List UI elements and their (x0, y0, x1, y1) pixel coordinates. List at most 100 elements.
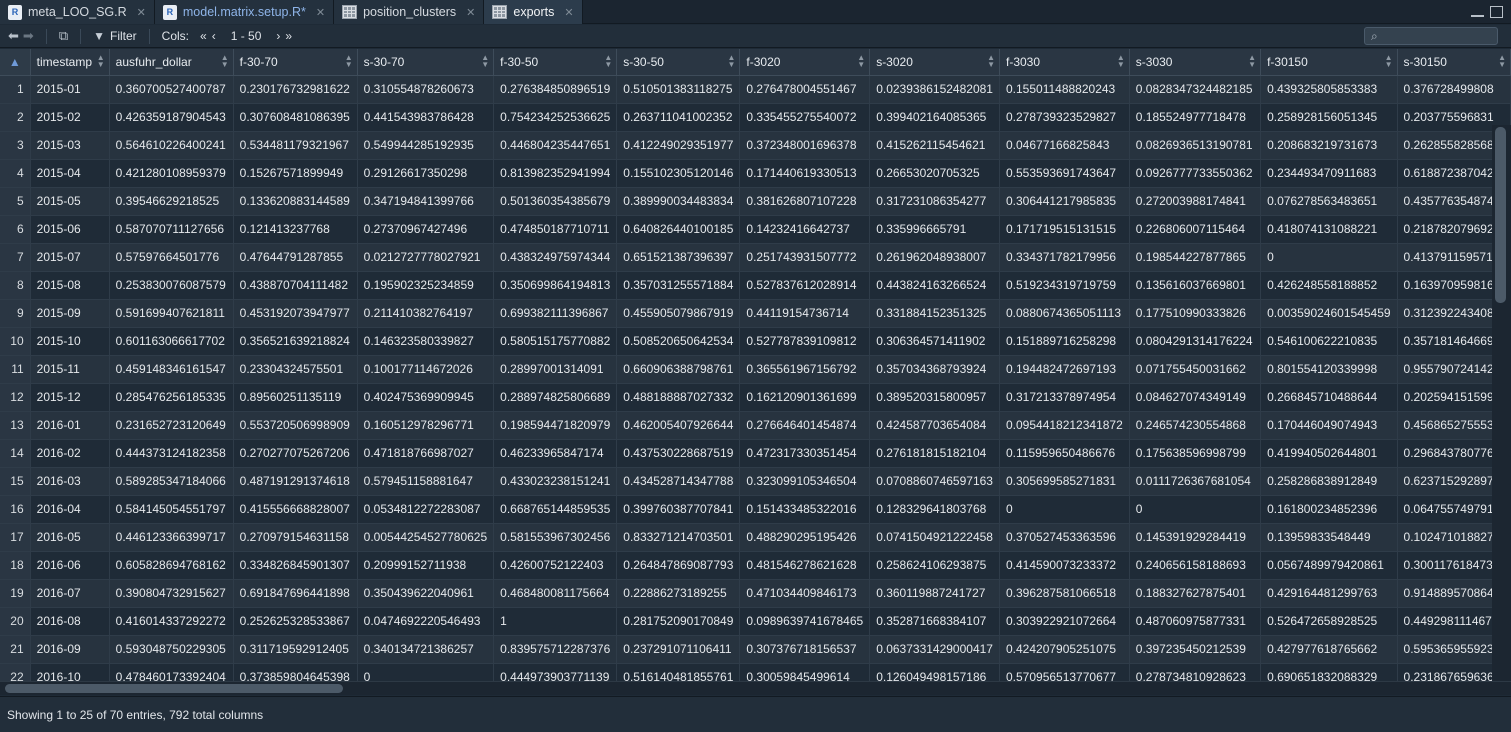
table-cell: 0.084627074349149 (1129, 383, 1262, 412)
table-cell: 0.246574230554868 (1129, 411, 1262, 440)
row-number: 4 (0, 159, 31, 188)
table-cell: 0.323099105346504 (739, 467, 871, 496)
search-input[interactable]: ⌕ (1364, 27, 1498, 45)
table-row[interactable]: 6 2015-06 0.587070711127656 0.121413237768 0… (0, 215, 1511, 244)
filter-button[interactable]: ▼ Filter (93, 29, 137, 43)
row-number: 20 (0, 607, 31, 636)
data-table: ▲ timestamp ▲ ▼ ausfuhr_dollar ▲ ▼ f-30-70 ▲ ▼ s-… (0, 49, 1511, 681)
table-cell: 0.253830076087579 (109, 271, 234, 300)
table-cell: 0.0880674365051113 (999, 299, 1130, 328)
header-row: ▲ timestamp ▲ ▼ ausfuhr_dollar ▲ ▼ f-30-70 ▲ ▼ s-… (0, 49, 1511, 76)
table-row[interactable]: 19 2016-07 0.390804732915627 0.691847696441… (0, 579, 1511, 608)
sort-arrows-icon[interactable]: ▲ ▼ (481, 54, 489, 69)
column-header-label: f-30-50 (500, 54, 539, 69)
last-columns-icon[interactable]: » (285, 29, 292, 43)
status-bar: Showing 1 to 25 of 70 entries, 792 total… (0, 696, 1511, 732)
row-number: 10 (0, 327, 31, 356)
column-header[interactable]: f-30150 ▲ ▼ (1260, 49, 1398, 76)
sort-arrows-icon[interactable]: ▲ ▼ (1385, 54, 1393, 69)
column-header[interactable]: f-3020 ▲ ▼ (739, 49, 871, 76)
vertical-scroll-thumb[interactable] (1495, 127, 1506, 303)
table-row[interactable]: 13 2016-01 0.231652723120649 0.553720506998… (0, 411, 1511, 440)
table-cell: 0.580515175770882 (493, 327, 618, 356)
table-cell: 0.317231086354277 (869, 187, 1000, 216)
tab-exports[interactable]: exports ✕ (484, 0, 583, 24)
forward-arrow-icon[interactable]: ➡ (23, 28, 34, 44)
tab-meta-loo-sg[interactable]: R meta_LOO_SG.R ✕ (0, 0, 155, 24)
close-icon[interactable]: ✕ (466, 6, 475, 19)
tab-model-matrix-setup[interactable]: R model.matrix.setup.R* ✕ (154, 0, 335, 24)
tab-position-clusters[interactable]: position_clusters ✕ (334, 0, 485, 24)
table-cell: 0.28997001314091 (493, 355, 618, 384)
table-cell: 0.444973903771139 (493, 663, 618, 681)
table-row[interactable]: 14 2016-02 0.444373124182358 0.270277075267… (0, 439, 1511, 468)
table-cell: 0.0926777733550362 (1129, 159, 1262, 188)
column-header[interactable]: s-3020 ▲ ▼ (869, 49, 1000, 76)
table-cell: 0.42600752122403 (493, 551, 618, 580)
horizontal-scroll-thumb[interactable] (5, 684, 343, 693)
table-row[interactable]: 15 2016-03 0.589285347184066 0.487191291374… (0, 467, 1511, 496)
sort-arrows-icon[interactable]: ▲ ▼ (97, 54, 105, 69)
table-row[interactable]: 21 2016-09 0.593048750229305 0.311719592912… (0, 635, 1511, 664)
horizontal-scrollbar[interactable] (0, 681, 1511, 695)
column-header[interactable]: timestamp ▲ ▼ (30, 49, 110, 76)
table-row[interactable]: 18 2016-06 0.605828694768162 0.334826845901… (0, 551, 1511, 580)
table-cell: 0.546100622210835 (1260, 327, 1398, 356)
table-row[interactable]: 4 2015-04 0.421280108959379 0.1526757189994… (0, 159, 1511, 188)
sort-arrows-icon[interactable]: ▲ ▼ (345, 54, 353, 69)
table-cell: 0.334371782179956 (999, 243, 1130, 272)
table-cell: 0.455905079867919 (616, 299, 741, 328)
column-header[interactable]: f-30-50 ▲ ▼ (493, 49, 618, 76)
column-header[interactable]: f-3030 ▲ ▼ (999, 49, 1130, 76)
close-icon[interactable]: ✕ (316, 6, 325, 19)
table-cell: 0.272003988174841 (1129, 187, 1262, 216)
row-number-header[interactable]: ▲ (0, 49, 31, 76)
table-row[interactable]: 9 2015-09 0.591699407621811 0.4531920739479… (0, 299, 1511, 328)
column-header[interactable]: s-30-70 ▲ ▼ (357, 49, 495, 76)
sort-arrows-icon[interactable]: ▲ ▼ (987, 54, 995, 69)
back-arrow-icon[interactable]: ⬅ (8, 28, 19, 44)
sort-arrows-icon[interactable]: ▲ ▼ (727, 54, 735, 69)
column-header[interactable]: s-30150 ▲ ▼ (1397, 49, 1511, 76)
column-header[interactable]: ausfuhr_dollar ▲ ▼ (109, 49, 234, 76)
table-row[interactable]: 17 2016-05 0.446123366399717 0.270979154631… (0, 523, 1511, 552)
table-row[interactable]: 5 2015-05 0.39546629218525 0.13362088314458… (0, 187, 1511, 216)
table-row[interactable]: 20 2016-08 0.416014337292272 0.252625328533… (0, 607, 1511, 636)
sort-arrows-icon[interactable]: ▲ ▼ (221, 54, 229, 69)
minimize-pane-icon[interactable] (1471, 6, 1484, 17)
table-row[interactable]: 22 2016-10 0.478460173392404 0.373859804645… (0, 663, 1511, 681)
row-number: 16 (0, 495, 31, 524)
table-row[interactable]: 10 2015-10 0.601163066617702 0.356521639218… (0, 327, 1511, 356)
maximize-pane-icon[interactable] (1490, 6, 1503, 18)
column-header[interactable]: s-3030 ▲ ▼ (1129, 49, 1262, 76)
column-header[interactable]: s-30-50 ▲ ▼ (616, 49, 741, 76)
popout-icon[interactable]: ⧉ (59, 28, 68, 44)
previous-columns-icon[interactable]: ‹ (212, 29, 216, 43)
table-row[interactable]: 8 2015-08 0.253830076087579 0.4388707041114… (0, 271, 1511, 300)
table-row[interactable]: 7 2015-07 0.57597664501776 0.47644791287855… (0, 243, 1511, 272)
table-row[interactable]: 3 2015-03 0.564610226400241 0.5344811793219… (0, 131, 1511, 160)
table-cell: 2016-05 (30, 523, 110, 552)
column-header[interactable]: f-30-70 ▲ ▼ (233, 49, 358, 76)
sort-arrows-icon[interactable]: ▲ ▼ (1248, 54, 1256, 69)
table-cell: 0.263711041002352 (616, 103, 741, 132)
table-row[interactable]: 2 2015-02 0.426359187904543 0.3076084810863… (0, 103, 1511, 132)
sort-arrows-icon[interactable]: ▲ ▼ (1117, 54, 1125, 69)
table-row[interactable]: 1 2015-01 0.360700527400787 0.2301767329816… (0, 75, 1511, 104)
close-icon[interactable]: ✕ (137, 6, 146, 19)
sort-arrows-icon[interactable]: ▲ ▼ (857, 54, 865, 69)
table-row[interactable]: 12 2015-12 0.285476256185335 0.895602511351… (0, 383, 1511, 412)
table-row[interactable]: 16 2016-04 0.584145054551797 0.415556668828… (0, 495, 1511, 524)
data-table-icon (342, 5, 358, 19)
table-cell: 2016-09 (30, 635, 110, 664)
column-header-label: f-30150 (1267, 54, 1308, 69)
first-columns-icon[interactable]: « (200, 29, 207, 43)
sort-arrows-icon[interactable]: ▲ ▼ (1498, 54, 1506, 69)
close-icon[interactable]: ✕ (564, 6, 573, 19)
table-cell: 0.04677166825843 (999, 131, 1130, 160)
next-columns-icon[interactable]: › (276, 29, 280, 43)
table-cell: 0.121413237768 (233, 215, 358, 244)
table-row[interactable]: 11 2015-11 0.459148346161547 0.233043245755… (0, 355, 1511, 384)
sort-arrows-icon[interactable]: ▲ ▼ (604, 54, 612, 69)
vertical-scrollbar[interactable] (1492, 125, 1511, 681)
